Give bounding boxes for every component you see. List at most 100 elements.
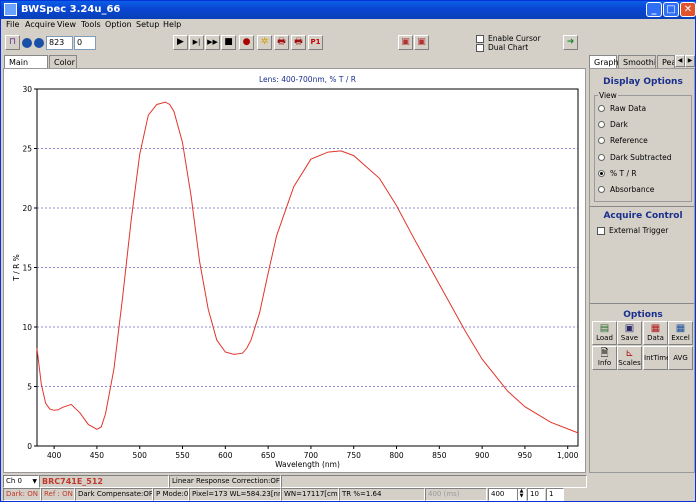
spectrometer-icon[interactable]: ⊓ xyxy=(5,35,20,50)
minimize-button[interactable]: _ xyxy=(646,2,662,17)
view-group-label: View xyxy=(598,91,618,100)
tr-status: TR %=1.64 xyxy=(339,488,425,501)
options-title: Options xyxy=(623,310,663,320)
tab-smoothing[interactable]: Smoothing xyxy=(618,55,656,69)
integration-time-input[interactable]: 823 xyxy=(46,36,73,50)
avg-input[interactable]: 10 xyxy=(527,488,545,501)
x-tick-label: 850 xyxy=(432,451,447,460)
radio-raw-data[interactable] xyxy=(598,105,605,112)
x-tick-label: 900 xyxy=(475,451,490,460)
acquire-control-title: Acquire Control xyxy=(603,211,683,221)
record-button[interactable]: ● xyxy=(239,35,254,50)
avg-button[interactable]: AVG xyxy=(668,346,693,370)
chart-panel: 0 5 10 15 20 25 30 400 450 500 550 600 650 700 750 800 8… xyxy=(3,68,586,473)
data-button[interactable]: ▦ Data xyxy=(643,321,668,345)
data-label: Data xyxy=(647,334,664,342)
dual-chart-label: Dual Chart xyxy=(488,43,529,52)
right-panel: Graph Smoothing Pea ◀ ▶ Display Options … xyxy=(589,55,695,473)
app-icon xyxy=(4,3,17,16)
menu-acquire[interactable]: Acquire xyxy=(25,20,55,29)
radio-dark-subtracted[interactable] xyxy=(598,154,605,161)
scales-button[interactable]: ⊾ Scales xyxy=(617,346,642,370)
y-tick-label: 0 xyxy=(27,442,32,451)
forward-arrow-icon[interactable]: ➜ xyxy=(563,35,578,50)
x-tick-label: 950 xyxy=(518,451,533,460)
inttime-button[interactable]: IntTime xyxy=(643,346,671,370)
int-time-spinner[interactable]: ▲ ▼ xyxy=(517,488,526,501)
radio-percent-tr[interactable] xyxy=(598,170,605,177)
radio-raw-data-label: Raw Data xyxy=(610,104,647,113)
excel-icon: ▦ xyxy=(675,323,686,334)
info-icon: 🗎 xyxy=(600,348,609,359)
flash-icon[interactable]: ✲ xyxy=(257,35,272,50)
fast-forward-button[interactable]: ▶▶ xyxy=(205,35,220,50)
dual-chart-checkbox[interactable] xyxy=(476,44,484,52)
radio-reference[interactable] xyxy=(598,137,605,144)
divider-2 xyxy=(590,303,694,304)
window-title: BWSpec 3.24u_66 xyxy=(21,4,121,15)
channel-select[interactable]: Ch 0 ▼ xyxy=(3,475,39,488)
avg-label: AVG xyxy=(673,354,688,362)
scales-icon: ⊾ xyxy=(625,348,634,359)
menu-bar: File Acquire View Tools Option Setup Hel… xyxy=(1,19,696,31)
x-tick-label: 650 xyxy=(261,451,276,460)
tab-main-chart[interactable]: Main Chart xyxy=(4,55,48,76)
save-snapshot-icon[interactable]: ▣ xyxy=(398,35,413,50)
info-button[interactable]: 🗎 Info xyxy=(592,346,617,370)
p1-button[interactable]: P1 xyxy=(308,35,323,50)
display-options-title: Display Options xyxy=(603,77,683,87)
save-icon: ▣ xyxy=(624,323,635,334)
external-trigger-checkbox[interactable] xyxy=(597,227,605,235)
linear-response-status: Linear Response Correction:OFF xyxy=(169,475,281,488)
tab-scroll-left-icon[interactable]: ◀ xyxy=(675,55,685,67)
channel-value: Ch 0 xyxy=(6,477,23,485)
spectrum-chart[interactable]: 0 5 10 15 20 25 30 400 450 500 550 600 650 700 750 800 8… xyxy=(4,69,585,472)
wavenumber-status: WN=17117[cm-1] xyxy=(281,488,339,501)
play-button[interactable]: ▶ xyxy=(173,35,188,50)
enable-cursor-label: Enable Cursor xyxy=(488,34,541,43)
menu-tools[interactable]: Tools xyxy=(81,20,101,29)
x-tick-label: 800 xyxy=(389,451,404,460)
extra-input[interactable]: 1 xyxy=(546,488,564,501)
tab-scroll-right-icon[interactable]: ▶ xyxy=(685,55,695,67)
inttime-label: IntTime xyxy=(644,354,671,362)
y-tick-label: 15 xyxy=(22,264,32,273)
tab-color[interactable]: Color xyxy=(49,55,77,69)
step-button[interactable]: ▶| xyxy=(189,35,204,50)
pixel-wl-status: Pixel=173 WL=584.23[nm] xyxy=(189,488,281,501)
int-time-label: 400 (ms) xyxy=(425,488,487,501)
enable-cursor-checkbox[interactable] xyxy=(476,35,484,43)
right-tabs: Graph Smoothing Pea ◀ ▶ xyxy=(589,55,695,69)
dark-status: Dark: ON xyxy=(3,488,41,501)
tab-graph[interactable]: Graph xyxy=(589,55,619,69)
average-input[interactable]: 0 xyxy=(74,36,96,50)
save-snapshot-icon-2[interactable]: ▣ xyxy=(414,35,429,50)
menu-setup[interactable]: Setup xyxy=(136,20,159,29)
maximize-button[interactable]: □ xyxy=(663,2,679,17)
status-empty xyxy=(281,475,587,488)
y-axis-label: T / R % xyxy=(12,254,21,282)
device-name: BRC741E_512 xyxy=(39,475,169,488)
radio-dark[interactable] xyxy=(598,121,605,128)
menu-option[interactable]: Option xyxy=(105,20,132,29)
close-button[interactable]: ✕ xyxy=(680,2,696,17)
menu-help[interactable]: Help xyxy=(163,20,181,29)
y-tick-label: 20 xyxy=(22,204,32,213)
load-button[interactable]: ▤ Load xyxy=(592,321,617,345)
menu-view[interactable]: View xyxy=(57,20,76,29)
x-tick-label: 1,000 xyxy=(557,451,579,460)
radio-dark-label: Dark xyxy=(610,120,628,129)
stop-button[interactable]: ■ xyxy=(221,35,236,50)
radio-absorbance[interactable] xyxy=(598,186,605,193)
print-icon[interactable]: 🖶 xyxy=(274,35,289,50)
menu-file[interactable]: File xyxy=(6,20,19,29)
save-button[interactable]: ▣ Save xyxy=(617,321,642,345)
print-preview-icon[interactable]: 🖶 xyxy=(291,35,306,50)
radio-absorbance-label: Absorbance xyxy=(610,185,655,194)
title-bar: BWSpec 3.24u_66 _ □ ✕ xyxy=(1,1,696,19)
radio-reference-label: Reference xyxy=(610,136,648,145)
tab-peak[interactable]: Pea xyxy=(657,55,675,69)
y-tick-label: 30 xyxy=(22,85,32,94)
excel-button[interactable]: ▦ Excel xyxy=(668,321,693,345)
chart-tabs: Main Chart Color xyxy=(4,55,584,76)
